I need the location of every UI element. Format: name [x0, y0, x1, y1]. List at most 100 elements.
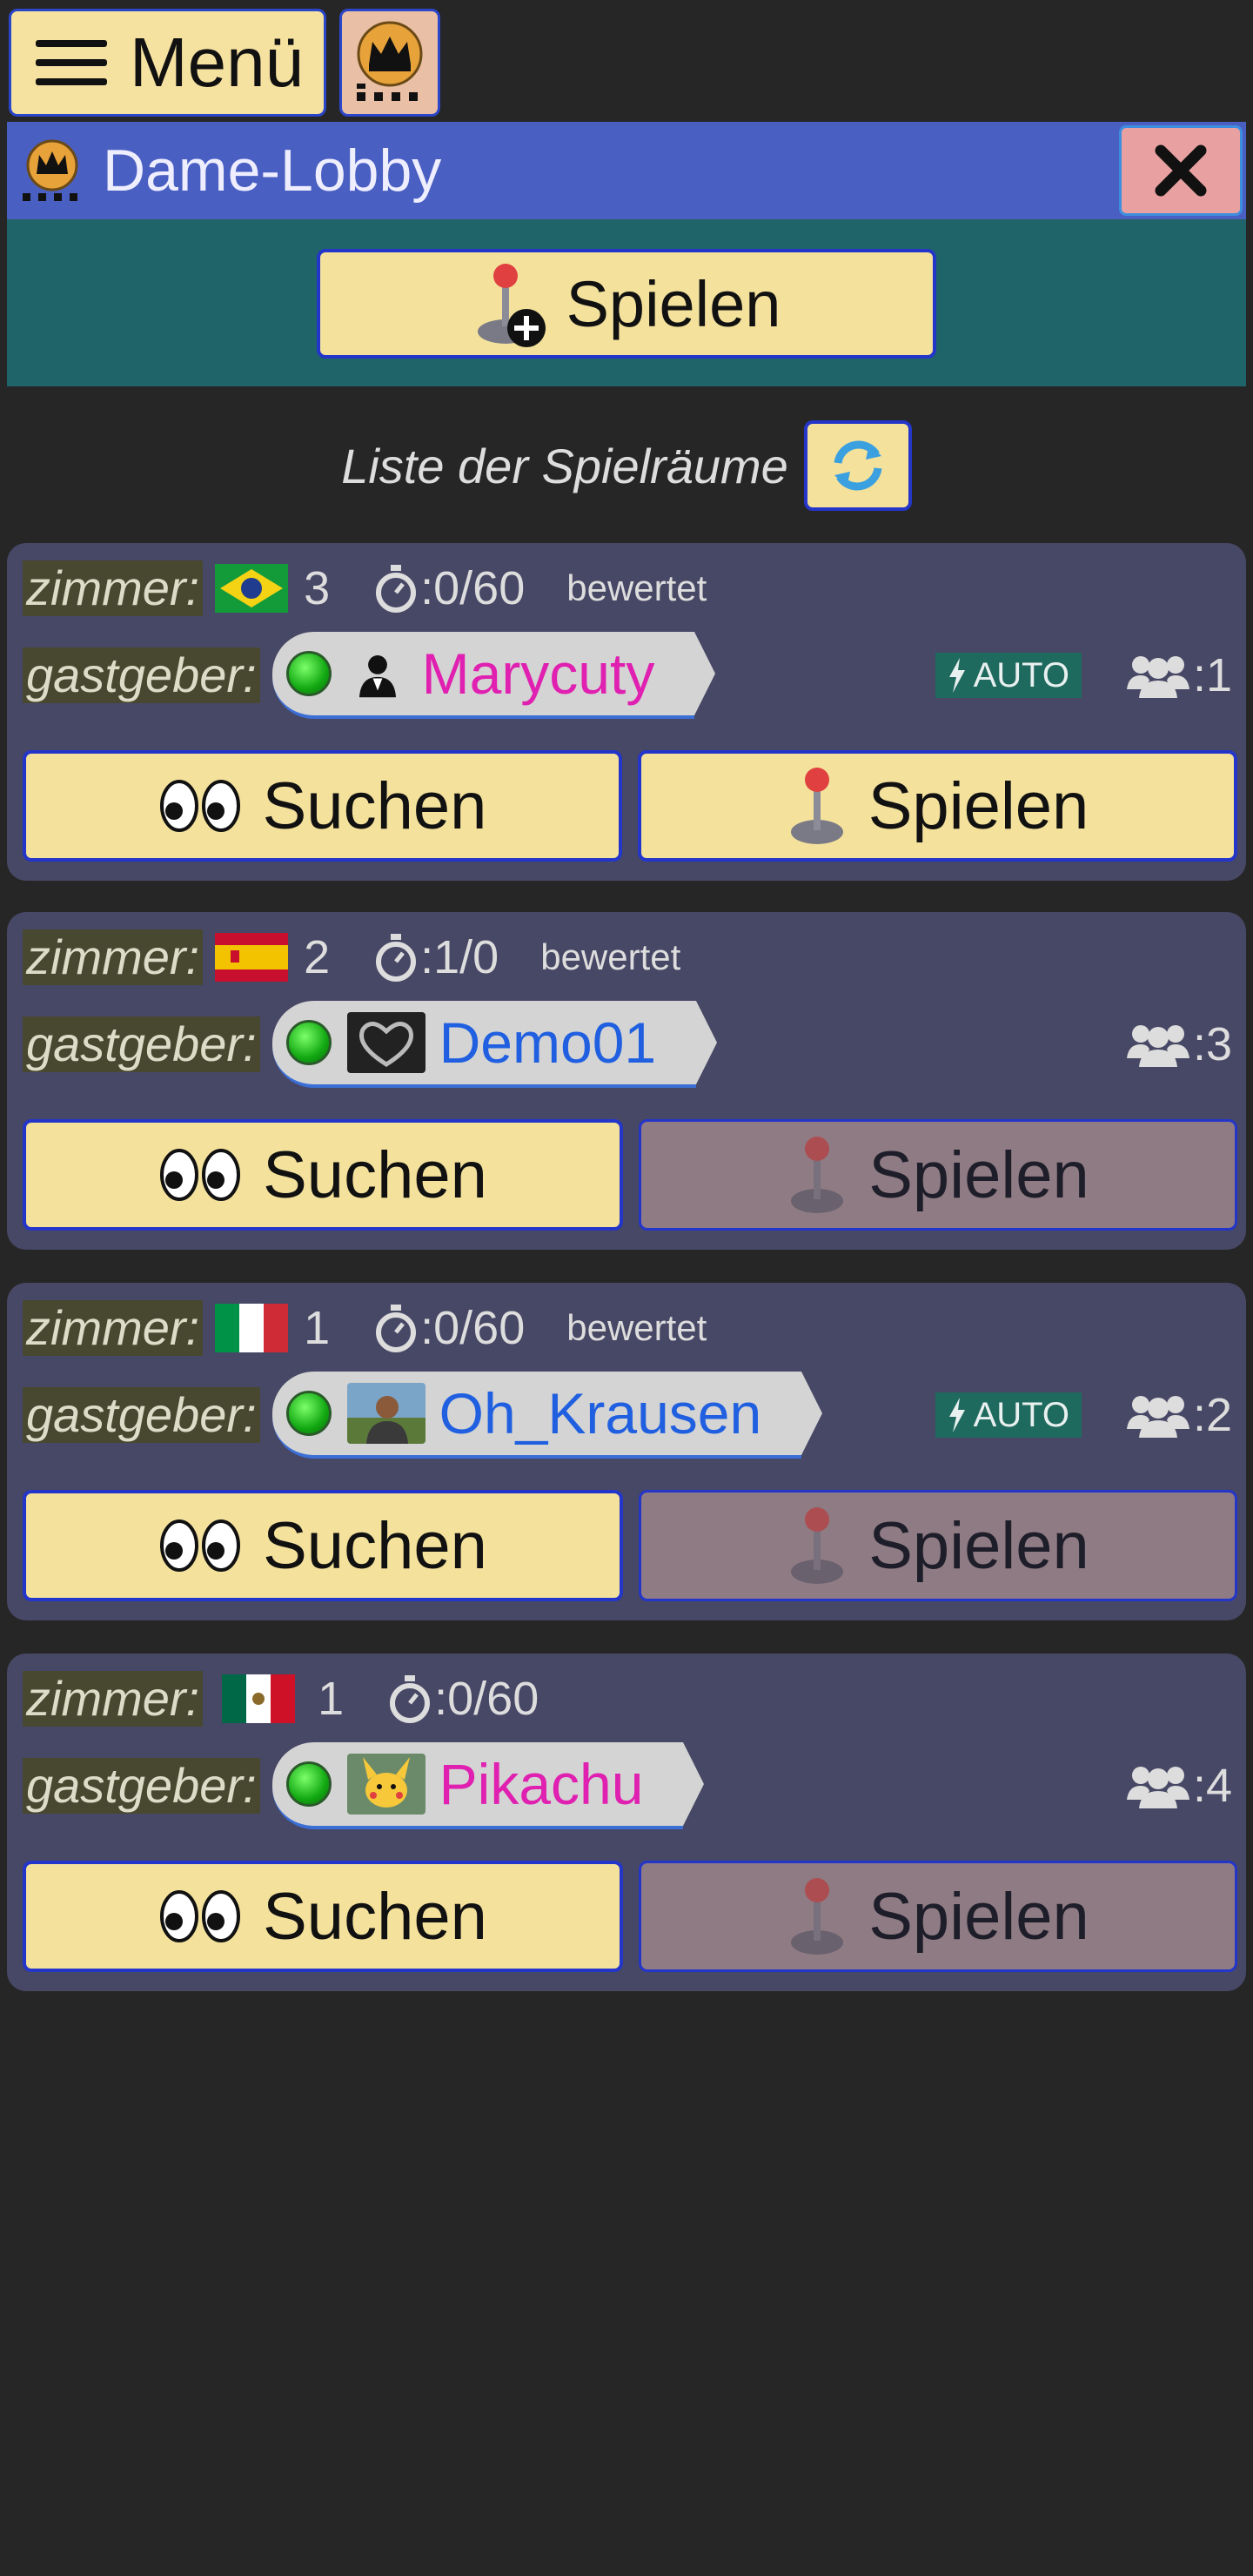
refresh-icon — [834, 440, 882, 491]
play-button[interactable]: Spielen — [639, 1119, 1237, 1231]
room-label: zimmer: — [23, 929, 204, 985]
host-tag[interactable]: Marycuty — [271, 632, 716, 719]
search-label: Suchen — [263, 1508, 487, 1583]
host-label: gastgeber: — [23, 1758, 260, 1814]
room-number: 1 — [318, 1673, 345, 1725]
player-count: :4 — [1123, 1759, 1232, 1813]
online-status-icon — [285, 1020, 332, 1065]
close-icon — [1155, 144, 1207, 197]
brazil-flag-icon — [215, 564, 289, 613]
lobby-header: Dame-Lobby — [7, 122, 1246, 219]
room-card: zimmer: 1 :0/60 gastgeber: Pikachu :4 Su… — [7, 1654, 1246, 1991]
spain-flag-icon — [215, 933, 289, 982]
host-name: Marycuty — [421, 641, 655, 706]
host-name: Demo01 — [439, 1010, 657, 1075]
host-tag[interactable]: Oh_Krausen — [271, 1372, 822, 1459]
time-control: :0/60 — [373, 561, 525, 615]
eyes-icon — [159, 780, 240, 832]
checkers-crown-button[interactable] — [339, 9, 440, 117]
time-control-value: :0/60 — [434, 1673, 539, 1725]
search-button[interactable]: Suchen — [23, 1490, 623, 1601]
users-icon — [1126, 1396, 1189, 1438]
room-label: zimmer: — [23, 1300, 204, 1356]
stopwatch-icon — [376, 1305, 417, 1352]
room-card: zimmer: 2 :1/0 bewertet gastgeber: Demo0… — [7, 912, 1246, 1250]
users-icon — [1126, 1025, 1189, 1067]
time-control-value: :1/0 — [420, 931, 499, 983]
time-control: :0/60 — [387, 1672, 539, 1726]
search-button[interactable]: Suchen — [23, 1861, 623, 1972]
host-tag[interactable]: Demo01 — [271, 1001, 718, 1088]
joystick-plus-icon — [477, 264, 546, 347]
rated-label: bewertet — [566, 1307, 707, 1348]
room-list-header: Liste der Spielräume — [0, 418, 1253, 513]
avatar — [346, 649, 408, 698]
time-control: :0/60 — [373, 1301, 525, 1355]
search-label: Suchen — [263, 1879, 487, 1954]
lobby-title: Dame-Lobby — [103, 138, 442, 204]
player-count-value: :2 — [1192, 1389, 1232, 1441]
eyes-icon — [160, 1890, 241, 1942]
room-number: 3 — [304, 562, 331, 614]
play-button[interactable]: Spielen — [638, 750, 1237, 862]
new-game-label: Spielen — [566, 267, 781, 340]
joystick-icon — [791, 1137, 844, 1213]
room-number: 1 — [304, 1302, 331, 1354]
host-label: gastgeber: — [23, 1016, 260, 1072]
italy-flag-icon — [215, 1304, 289, 1352]
play-label: Spielen — [868, 1879, 1089, 1954]
crown-icon — [357, 21, 423, 101]
auto-badge: AUTO — [935, 653, 1082, 698]
auto-badge: AUTO — [935, 1392, 1082, 1438]
mexico-flag-icon — [222, 1674, 296, 1723]
room-label: zimmer: — [23, 1671, 204, 1727]
search-button[interactable]: Suchen — [23, 750, 622, 862]
player-count: :3 — [1123, 1017, 1232, 1071]
hamburger-icon — [36, 40, 107, 85]
search-label: Suchen — [263, 1137, 487, 1212]
online-status-icon — [285, 1391, 332, 1436]
host-label: gastgeber: — [23, 1387, 260, 1443]
time-control-value: :0/60 — [420, 1302, 526, 1354]
online-status-icon — [285, 1761, 332, 1807]
joystick-icon — [790, 768, 843, 844]
refresh-button[interactable] — [803, 420, 912, 511]
room-card: zimmer: 3 :0/60 bewertet gastgeber: Mary… — [7, 543, 1246, 881]
room-list-label: Liste der Spielräume — [341, 438, 788, 493]
avatar — [346, 1383, 425, 1444]
stopwatch-icon — [390, 1675, 431, 1723]
play-label: Spielen — [868, 1137, 1089, 1212]
room-number: 2 — [304, 931, 331, 983]
lobby-crown-icon — [23, 139, 78, 201]
time-control-value: :0/60 — [420, 562, 526, 614]
play-label: Spielen — [868, 1508, 1089, 1583]
rated-label: bewertet — [540, 936, 681, 977]
lightning-icon — [948, 658, 965, 693]
auto-label: AUTO — [973, 1395, 1069, 1434]
users-icon — [1126, 1767, 1189, 1808]
lightning-icon — [948, 1398, 965, 1432]
host-label: gastgeber: — [23, 647, 260, 703]
play-button[interactable]: Spielen — [639, 1490, 1237, 1601]
rated-label: bewertet — [566, 567, 707, 608]
room-label: zimmer: — [23, 560, 204, 616]
play-button[interactable]: Spielen — [639, 1861, 1237, 1972]
time-control: :1/0 — [373, 930, 499, 984]
close-button[interactable] — [1119, 125, 1243, 216]
search-button[interactable]: Suchen — [23, 1119, 623, 1231]
joystick-icon — [791, 1878, 844, 1955]
player-count-value: :3 — [1192, 1018, 1232, 1070]
host-name: Pikachu — [439, 1752, 644, 1816]
eyes-icon — [160, 1519, 241, 1572]
stopwatch-icon — [376, 934, 417, 982]
online-status-icon — [285, 651, 332, 696]
player-count-value: :4 — [1192, 1760, 1232, 1812]
new-game-button[interactable]: Spielen — [317, 249, 936, 359]
auto-label: AUTO — [973, 655, 1069, 694]
host-name: Oh_Krausen — [439, 1381, 762, 1446]
player-count: :1 — [1123, 648, 1232, 702]
host-tag[interactable]: Pikachu — [271, 1742, 705, 1829]
joystick-icon — [791, 1507, 844, 1584]
menu-button[interactable]: Menü — [9, 9, 326, 117]
player-count-value: :1 — [1192, 649, 1232, 701]
